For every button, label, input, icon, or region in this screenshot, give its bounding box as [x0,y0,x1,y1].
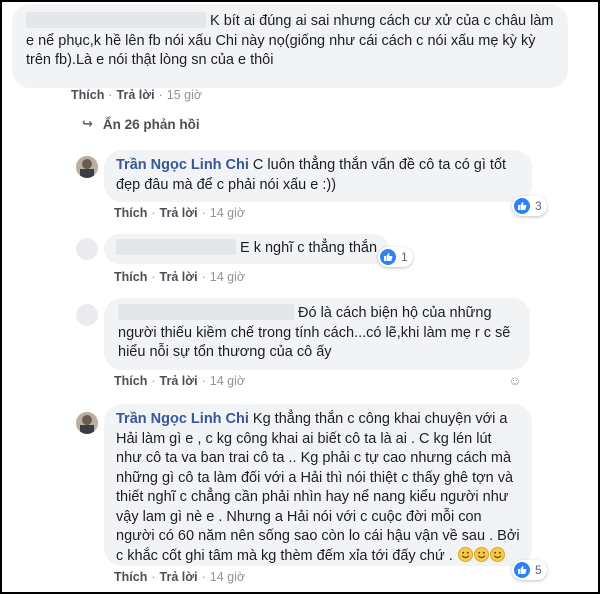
avatar[interactable] [76,304,98,326]
reaction-count[interactable]: 3 [512,196,547,216]
timestamp[interactable]: 14 giờ [210,270,245,284]
author-name[interactable]: Trần Ngọc Linh Chi [116,157,249,173]
reply-link[interactable]: Trả lời [160,270,198,284]
hide-replies-label: Ẩn 26 phản hồi [102,116,200,132]
timestamp[interactable]: 14 giờ [210,374,245,388]
like-link[interactable]: Thích [114,570,147,584]
reply-link[interactable]: Trả lời [117,88,155,102]
comment-actions: Thích · Trả lời · 15 giờ [71,88,203,102]
avatar[interactable] [76,412,98,434]
hide-replies-link[interactable]: ↪ Ẩn 26 phản hồi [82,116,200,132]
like-link[interactable]: Thích [71,88,104,102]
reply-text: E k nghĩ c thẳng thắn [240,240,378,256]
reply-arrow-icon: ↪ [82,116,93,131]
avatar[interactable] [76,156,98,178]
like-link[interactable]: Thích [114,270,147,284]
reply-link[interactable]: Trả lời [160,374,198,388]
smile-emoji-icon [457,546,473,562]
like-icon [514,562,530,578]
reply-actions: Thích · Trả lời · 14 giờ [114,270,246,284]
reply-bubble: Trần Ngọc Linh Chi Kg thẳng thắn c công k… [104,404,532,566]
reply-text: Kg thẳng thắn c công khai chuyện với a H… [116,411,520,564]
reaction-count[interactable]: 1 [378,247,413,267]
reply-actions: Thích · Trả lời · 14 giờ [114,206,246,220]
blurred-author-name[interactable] [116,239,236,255]
reply-actions: Thích · Trả lời · 14 giờ [114,570,246,584]
author-name[interactable]: Trần Ngọc Linh Chi [116,411,249,427]
like-link[interactable]: Thích [114,374,147,388]
comment-bubble: K bít ai đúng ai sai nhưng cách cư xử củ… [12,4,568,88]
avatar[interactable] [76,238,98,260]
react-emoji-icon[interactable]: ☺ [509,374,522,388]
reply-bubble: E k nghĩ c thẳng thắn [104,234,390,264]
timestamp[interactable]: 14 giờ [210,206,245,220]
reply-link[interactable]: Trả lời [160,570,198,584]
reply-bubble: Đó là cách biện hộ của những người thiếu… [104,298,530,370]
blurred-author-name[interactable] [26,12,206,28]
smile-emoji-icon [473,546,489,562]
smile-emoji-icon [489,546,505,562]
reply-link[interactable]: Trả lời [160,206,198,220]
like-icon [514,198,530,214]
reaction-count[interactable]: 5 [512,560,547,580]
reply-actions: Thích · Trả lời · 14 giờ ☺ [114,374,522,388]
timestamp[interactable]: 14 giờ [210,570,245,584]
blurred-author-name[interactable] [118,304,294,320]
reply-bubble: Trần Ngọc Linh Chi C luôn thẳng thắn vấn … [104,150,532,202]
like-link[interactable]: Thích [114,206,147,220]
like-icon [380,249,396,265]
timestamp[interactable]: 15 giờ [167,88,202,102]
